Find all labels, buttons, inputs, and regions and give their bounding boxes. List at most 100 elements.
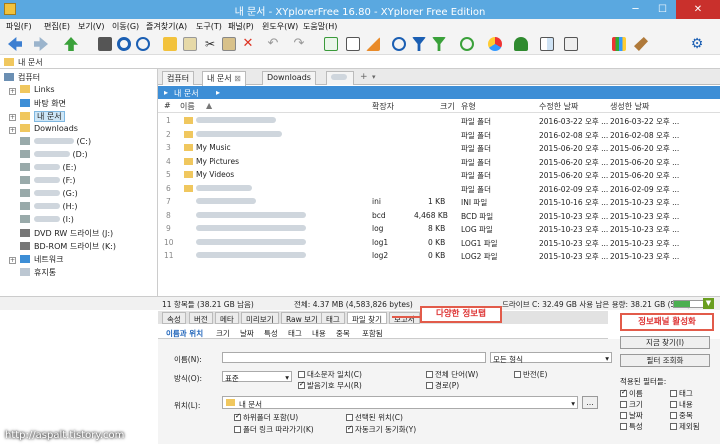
- chevron-right-icon[interactable]: ▸: [216, 88, 220, 97]
- case-checkbox[interactable]: 대소문자 일치(C): [298, 369, 362, 380]
- expand-toggle[interactable]: +: [9, 257, 16, 264]
- subtab-duplicates[interactable]: 중복: [336, 328, 350, 339]
- table-row[interactable]: 3 My Music 파일 폴더 2015-06-20 오후 ... 2015-06-2…: [158, 141, 720, 155]
- info-tab-meta[interactable]: 메타: [215, 312, 239, 324]
- tab-redacted[interactable]: [326, 71, 354, 85]
- up-icon[interactable]: [64, 37, 78, 51]
- auto-sync-checkbox[interactable]: 자동크기 동기화(Y): [346, 424, 416, 435]
- table-row[interactable]: 6 파일 폴더 2016-02-09 오후 ... 2016-02-09 오후 ...: [158, 182, 720, 196]
- menu-go[interactable]: 이동(G): [112, 21, 139, 32]
- search-icon[interactable]: [136, 37, 150, 51]
- table-row[interactable]: 5 My Videos 파일 폴더 2015-06-20 오후 ... 2015-06-…: [158, 168, 720, 182]
- subtab-size[interactable]: 크기: [216, 328, 230, 339]
- redo-icon[interactable]: ↷: [292, 37, 306, 51]
- filter-toggle-icon[interactable]: [432, 37, 446, 51]
- tree-item-my-documents[interactable]: 내 문서: [20, 111, 65, 123]
- forward-icon[interactable]: [34, 37, 48, 51]
- tab-icon[interactable]: [612, 37, 626, 51]
- menu-window[interactable]: 윈도우(W): [262, 21, 298, 32]
- expand-toggle[interactable]: +: [9, 88, 16, 95]
- maximize-button[interactable]: ☐: [649, 0, 676, 19]
- invert-checkbox[interactable]: 반전(E): [514, 369, 547, 380]
- breadcrumb-item[interactable]: 내 문서: [174, 88, 199, 99]
- subtab-attributes[interactable]: 특성: [264, 328, 278, 339]
- tree-item-drive-e[interactable]: (E:): [20, 163, 77, 175]
- edit-icon[interactable]: [366, 37, 380, 51]
- table-row[interactable]: 4 My Pictures 파일 폴더 2015-06-20 오후 ... 2015-0…: [158, 155, 720, 169]
- delete-icon[interactable]: ✕: [241, 37, 255, 51]
- whole-word-checkbox[interactable]: 전체 단어(W): [426, 369, 478, 380]
- select-icon[interactable]: [324, 37, 338, 51]
- filter-name-checkbox[interactable]: 이름: [620, 388, 643, 399]
- menu-panel[interactable]: 패널(P): [228, 21, 254, 32]
- mode-select[interactable]: 표준 ▾: [222, 371, 292, 383]
- tab-close-icon[interactable]: ⊠: [234, 74, 241, 83]
- filter-size-checkbox[interactable]: 크기: [620, 399, 643, 410]
- filter-date-checkbox[interactable]: 날짜: [620, 410, 643, 421]
- find-now-button[interactable]: 지금 찾기(I): [620, 336, 710, 349]
- info-tab-report[interactable]: 보고서: [389, 312, 420, 324]
- column-name[interactable]: 이름: [180, 101, 195, 112]
- column-num[interactable]: #: [164, 101, 171, 110]
- path-checkbox[interactable]: 경로(P): [426, 380, 459, 391]
- drives-icon[interactable]: [98, 37, 112, 51]
- info-tab-version[interactable]: 버전: [189, 312, 213, 324]
- brush-icon[interactable]: [634, 37, 648, 51]
- table-row[interactable]: 8 bcd 4,468 KB BCD 파일 2015-10-23 오후 ... 2015-…: [158, 209, 720, 223]
- toggle-info-panel-button[interactable]: ▼: [703, 298, 714, 309]
- info-tab-raw[interactable]: Raw 보기: [281, 312, 323, 324]
- minimize-button[interactable]: ─: [622, 0, 649, 19]
- paste-icon[interactable]: [222, 37, 236, 51]
- selected-location-checkbox[interactable]: 선택된 위치(C): [346, 412, 403, 423]
- subtab-date[interactable]: 날짜: [240, 328, 254, 339]
- info-tab-properties[interactable]: 속성: [162, 312, 186, 324]
- menu-edit[interactable]: 편집(E): [44, 21, 70, 32]
- filter-search-button[interactable]: 필터 조회화: [620, 354, 710, 367]
- address-text[interactable]: 내 문서: [18, 57, 43, 68]
- subtab-contents[interactable]: 내용: [312, 328, 326, 339]
- follow-links-checkbox[interactable]: 폴더 링크 따라가기(K): [234, 424, 314, 435]
- name-input[interactable]: [222, 352, 486, 363]
- info-tab-tags[interactable]: 태그: [321, 312, 345, 324]
- table-row[interactable]: 9 log 8 KB LOG 파일 2015-10-23 오후 ... 2015-10-2…: [158, 222, 720, 236]
- column-size[interactable]: 크기: [440, 101, 455, 112]
- tree-item-network[interactable]: 네트워크: [20, 254, 63, 266]
- target-icon[interactable]: [117, 37, 131, 51]
- menu-tools[interactable]: 도구(T): [196, 21, 222, 32]
- tree-item-drive-i[interactable]: (I:): [20, 215, 74, 227]
- tree-item-dvd[interactable]: DVD RW 드라이브 (J:): [20, 228, 113, 240]
- menu-favorites[interactable]: 즐겨찾기(A): [146, 21, 187, 32]
- new-folder-icon[interactable]: [163, 37, 177, 51]
- table-row[interactable]: 7 ini 1 KB INI 파일 2015-10-16 오후 ... 2015-10-2…: [158, 195, 720, 209]
- tree-item-desktop[interactable]: 바탕 화면: [20, 98, 66, 110]
- subtab-tags[interactable]: 태그: [288, 328, 302, 339]
- table-row[interactable]: 11 log2 0 KB LOG2 파일 2015-10-23 오후 ... 2015-1…: [158, 249, 720, 263]
- table-row[interactable]: 1 파일 폴더 2016-03-22 오후 ... 2016-03-22 오후 ...: [158, 114, 720, 128]
- table-row[interactable]: 10 log1 0 KB LOG1 파일 2015-10-23 오후 ... 2015-1…: [158, 236, 720, 250]
- find-icon[interactable]: [392, 37, 406, 51]
- tab-menu-icon[interactable]: ▾: [372, 73, 376, 81]
- tree-item-links[interactable]: Links: [20, 85, 55, 97]
- tree-item-drive-c[interactable]: (C:): [20, 137, 91, 149]
- menu-help[interactable]: 도움말(H): [303, 21, 337, 32]
- tree-item-drive-f[interactable]: (F:): [20, 176, 75, 188]
- menu-view[interactable]: 보기(V): [78, 21, 104, 32]
- tree-icon[interactable]: [514, 37, 528, 51]
- subtab-excluded[interactable]: 포함됨: [362, 328, 383, 339]
- catalog-icon[interactable]: [564, 37, 578, 51]
- column-ext[interactable]: 확장자: [372, 101, 394, 112]
- copy-icon[interactable]: [183, 37, 197, 51]
- column-type[interactable]: 유형: [461, 101, 476, 112]
- tab-my-documents[interactable]: 내 문서 ⊠: [202, 71, 246, 86]
- filter-duplicates-checkbox[interactable]: 중복: [670, 410, 693, 421]
- undo-icon[interactable]: ↶: [266, 37, 280, 51]
- pattern-select[interactable]: 모든 형식 ▾: [490, 352, 612, 364]
- column-modified[interactable]: 수정한 날짜: [539, 101, 578, 112]
- tab-downloads[interactable]: Downloads: [262, 71, 316, 85]
- checkbox-icon[interactable]: [346, 37, 360, 51]
- tree-item-drive-d[interactable]: (D:): [20, 150, 88, 162]
- subfolders-checkbox[interactable]: 하위폴더 포함(U): [234, 412, 298, 423]
- expand-toggle[interactable]: +: [9, 114, 16, 121]
- subtab-name-location[interactable]: 이름과 위치: [166, 328, 203, 339]
- color-icon[interactable]: [488, 37, 502, 51]
